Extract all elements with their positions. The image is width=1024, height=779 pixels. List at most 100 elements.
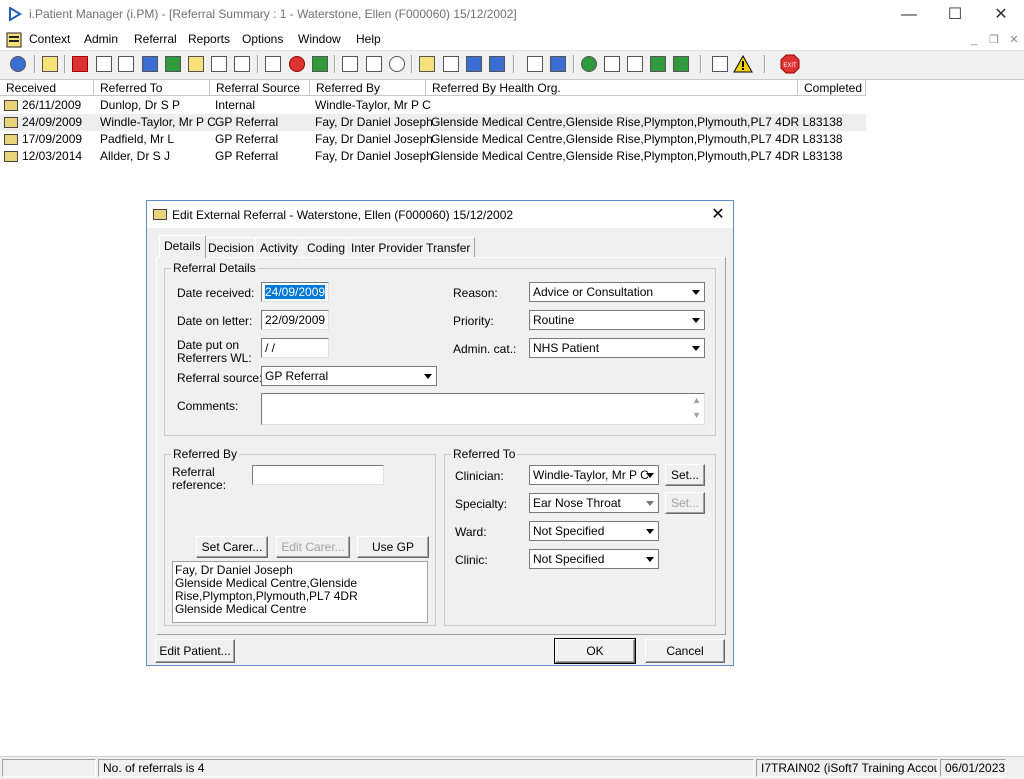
menu-context[interactable]: Context: [29, 32, 70, 46]
menu-window[interactable]: Window: [298, 32, 341, 46]
monitor-icon[interactable]: [310, 54, 330, 74]
scroll-down-icon[interactable]: ▼: [692, 410, 701, 420]
table-row[interactable]: 24/09/2009 Windle-Taylor, Mr P C GP Refe…: [0, 114, 866, 131]
menu-admin[interactable]: Admin: [84, 32, 118, 46]
column-header-health-org[interactable]: Referred By Health Org.: [426, 80, 798, 96]
referral-source-select[interactable]: GP Referral: [261, 366, 437, 386]
tab-details[interactable]: Details: [159, 235, 206, 258]
chevron-down-icon[interactable]: [642, 522, 658, 540]
minimize-button[interactable]: —: [886, 0, 932, 30]
check-report-icon[interactable]: [625, 54, 645, 74]
admin-cat-select[interactable]: NHS Patient: [529, 338, 705, 358]
comments-label: Comments:: [177, 399, 239, 413]
globe-icon[interactable]: [579, 54, 599, 74]
date-received-label: Date received:: [177, 286, 255, 300]
context-menu-icon[interactable]: [6, 32, 22, 48]
chevron-down-icon[interactable]: [642, 466, 658, 484]
dialog-close-button[interactable]: ✕: [707, 204, 729, 226]
book-icon[interactable]: [70, 54, 90, 74]
status-panel-empty: [2, 759, 96, 777]
warning-icon[interactable]: [733, 54, 753, 74]
chevron-down-icon[interactable]: [688, 339, 704, 357]
cancel-button[interactable]: Cancel: [645, 639, 725, 663]
comments-field[interactable]: ▲ ▼: [261, 393, 705, 425]
exit-icon[interactable]: EXIT: [780, 54, 800, 74]
stopwatch-icon[interactable]: [387, 54, 407, 74]
bed-icon[interactable]: [209, 54, 229, 74]
chevron-down-icon[interactable]: [642, 550, 658, 568]
ok-button[interactable]: OK: [554, 638, 636, 664]
chevron-down-icon[interactable]: [420, 367, 436, 385]
date-on-letter-label: Date on letter:: [177, 314, 253, 328]
clinician-select[interactable]: Windle-Taylor, Mr P C: [529, 465, 659, 485]
ward-icon[interactable]: [232, 54, 252, 74]
clinic-select[interactable]: Not Specified: [529, 549, 659, 569]
column-header-referral-source[interactable]: Referral Source: [210, 80, 310, 96]
report-icon[interactable]: [602, 54, 622, 74]
menu-options[interactable]: Options: [242, 32, 283, 46]
patient-icon[interactable]: [8, 54, 28, 74]
printer-icon[interactable]: [40, 54, 60, 74]
date-received-field[interactable]: 24/09/2009: [261, 282, 329, 302]
dialog-title-bar: Edit External Referral - Waterstone, Ell…: [147, 201, 733, 228]
column-header-received[interactable]: Received: [0, 80, 94, 96]
toolbar: EXIT: [0, 50, 1024, 80]
menu-reports[interactable]: Reports: [188, 32, 230, 46]
car-icon[interactable]: [464, 54, 484, 74]
mail-icon[interactable]: [140, 54, 160, 74]
chart-icon[interactable]: [548, 54, 568, 74]
reason-select[interactable]: Advice or Consultation: [529, 282, 705, 302]
search-icon[interactable]: [263, 54, 283, 74]
schedule-icon[interactable]: [340, 54, 360, 74]
transfer-icon[interactable]: [710, 54, 730, 74]
referral-edit-icon[interactable]: [94, 54, 114, 74]
specialty-select[interactable]: Ear Nose Throat: [529, 493, 659, 513]
date-on-letter-field[interactable]: 22/09/2009: [261, 310, 329, 330]
column-header-referred-by[interactable]: Referred By: [310, 80, 426, 96]
doctor-icon[interactable]: [163, 54, 183, 74]
appointment-icon[interactable]: [364, 54, 384, 74]
maximize-button[interactable]: ☐: [932, 0, 978, 30]
chevron-down-icon[interactable]: [688, 283, 704, 301]
edit-patient-button[interactable]: Edit Patient...: [155, 639, 235, 663]
document-list-icon[interactable]: [441, 54, 461, 74]
chevron-down-icon[interactable]: [688, 311, 704, 329]
edit-carer-button[interactable]: Edit Carer...: [276, 536, 350, 558]
priority-select[interactable]: Routine: [529, 310, 705, 330]
ward-select[interactable]: Not Specified: [529, 521, 659, 541]
scroll-up-icon[interactable]: ▲: [692, 395, 701, 405]
date-put-on-wl-field[interactable]: / /: [261, 338, 329, 358]
referral-icon: [153, 209, 167, 220]
mdi-close-button[interactable]: ✕: [1006, 33, 1022, 47]
page-icon[interactable]: [525, 54, 545, 74]
list-icon[interactable]: [116, 54, 136, 74]
close-button[interactable]: ✕: [978, 0, 1024, 30]
clock-icon[interactable]: [287, 54, 307, 74]
column-header-completed[interactable]: Completed: [798, 80, 866, 96]
mdi-restore-button[interactable]: ❐: [986, 33, 1002, 47]
table-row[interactable]: 17/09/2009 Padfield, Mr L GP Referral Fa…: [0, 131, 866, 148]
menu-referral[interactable]: Referral: [134, 32, 177, 46]
transport-icon[interactable]: [487, 54, 507, 74]
mdi-minimize-button[interactable]: _: [966, 33, 982, 47]
set-specialty-button[interactable]: Set...: [665, 492, 705, 514]
menu-bar: Context Admin Referral Reports Options W…: [0, 30, 1024, 50]
menu-help[interactable]: Help: [356, 32, 381, 46]
tab-decision[interactable]: Decision: [203, 237, 260, 257]
green-report-icon[interactable]: [648, 54, 668, 74]
referral-reference-field[interactable]: [252, 465, 384, 485]
set-clinician-button[interactable]: Set...: [665, 464, 705, 486]
column-header-referred-to[interactable]: Referred To: [94, 80, 210, 96]
tab-inter-provider-transfer[interactable]: Inter Provider Transfer: [346, 237, 476, 257]
tab-coding[interactable]: Coding: [302, 237, 351, 257]
tab-activity[interactable]: Activity: [255, 237, 304, 257]
green-check-icon[interactable]: [671, 54, 691, 74]
note-icon[interactable]: [186, 54, 206, 74]
set-carer-button[interactable]: Set Carer...: [196, 536, 268, 558]
chevron-down-icon[interactable]: [642, 494, 658, 512]
table-row[interactable]: 12/03/2014 Allder, Dr S J GP Referral Fa…: [0, 148, 866, 165]
use-gp-button[interactable]: Use GP: [357, 536, 429, 558]
table-row[interactable]: 26/11/2009 Dunlop, Dr S P Internal Windl…: [0, 97, 866, 114]
document-yellow-icon[interactable]: [417, 54, 437, 74]
referrer-address: Fay, Dr Daniel Joseph Glenside Medical C…: [172, 561, 428, 623]
